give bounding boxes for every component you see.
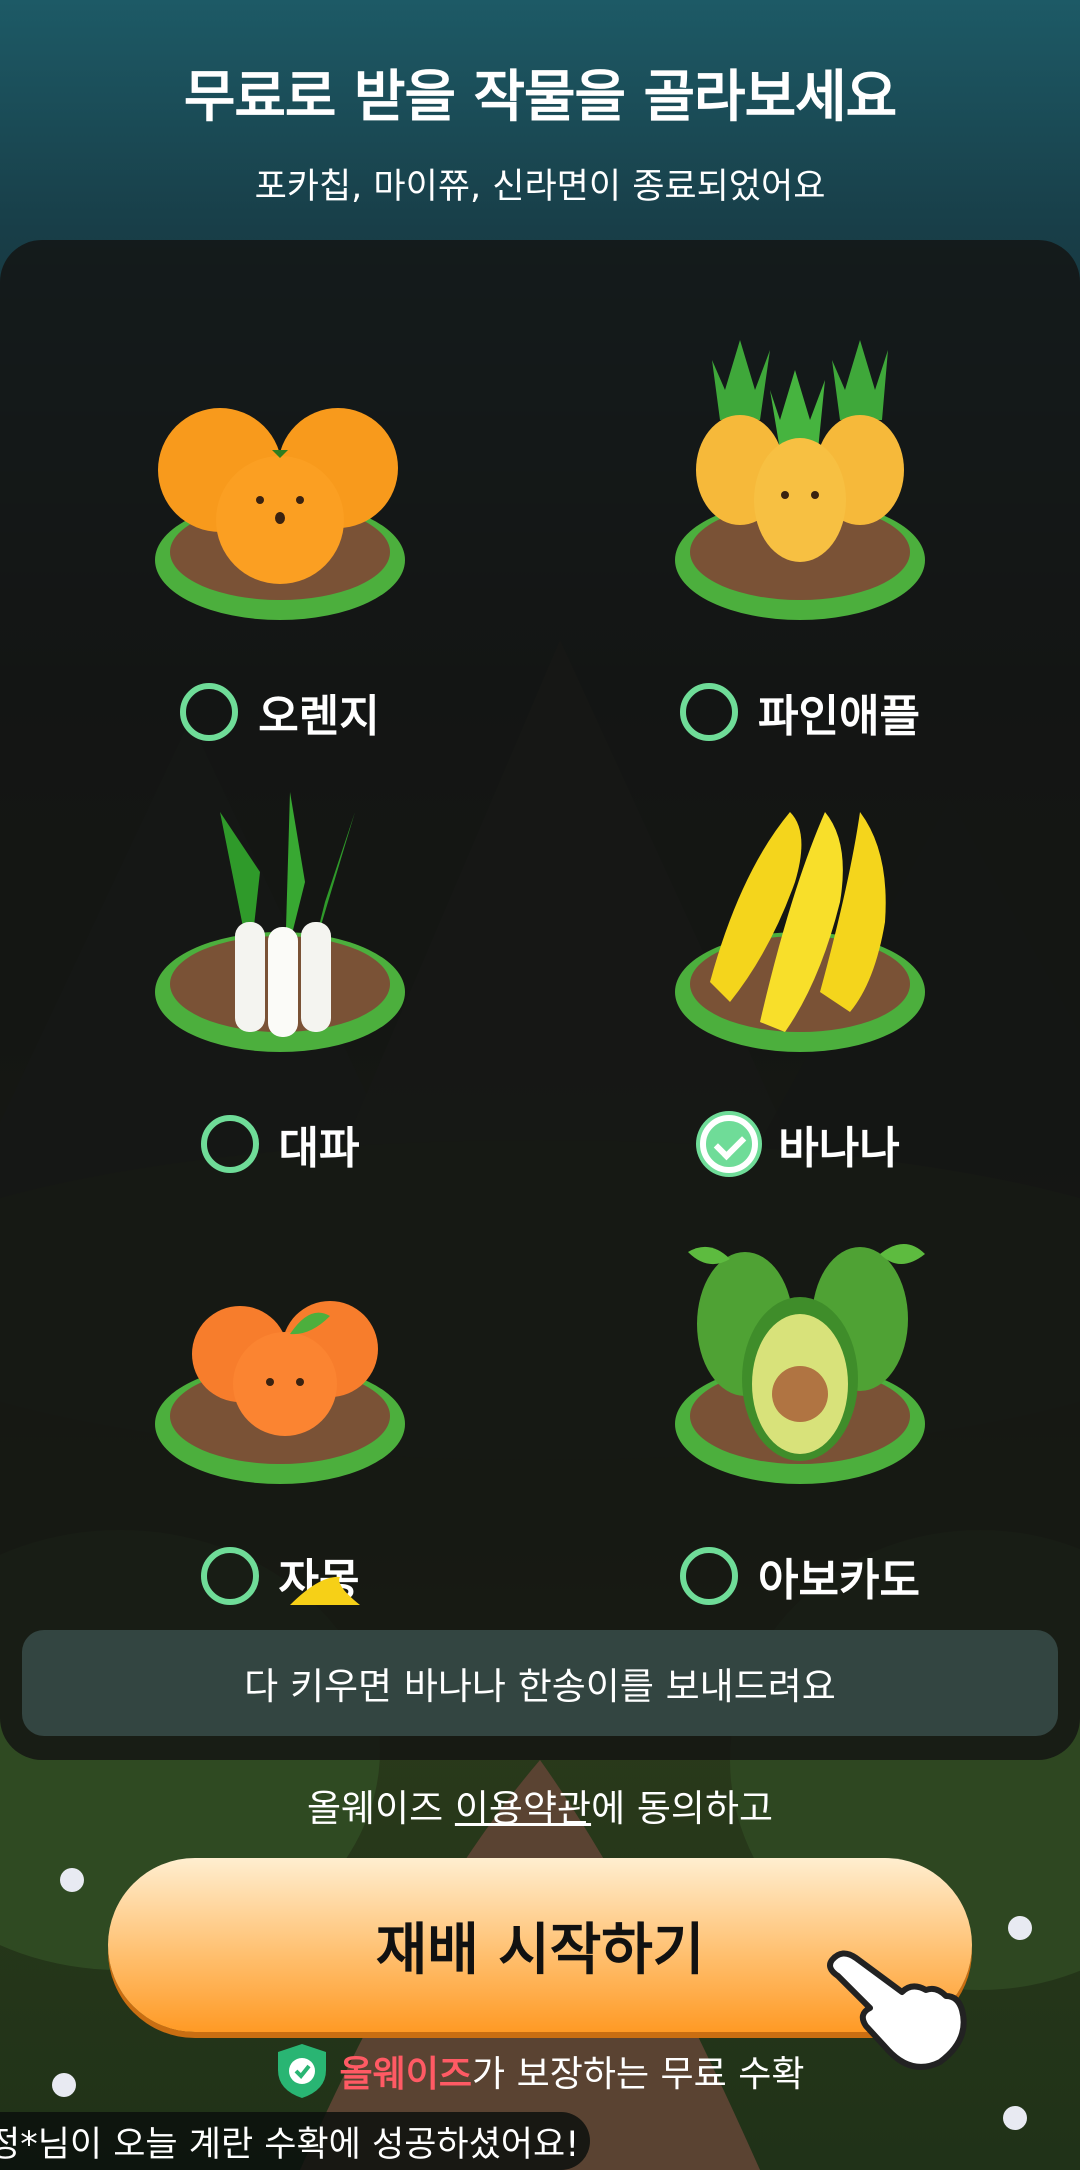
radio-button[interactable] <box>200 1115 259 1173</box>
harvest-toast: 정*님이 오늘 계란 수확에 성공하셨어요! <box>0 2112 590 2170</box>
crop-option-row[interactable]: 대파 <box>100 1112 460 1176</box>
radio-button[interactable] <box>180 683 239 741</box>
radio-button-checked[interactable] <box>700 1115 759 1173</box>
green-onion-icon <box>155 792 405 1052</box>
guarantee-text: 가 보장하는 무료 수확 <box>472 2054 805 2095</box>
crop-selection-panel: 오렌지 파인애플 대파 바나나 자몽 아보카도 <box>0 240 1080 1760</box>
crop-option-row[interactable]: 바나나 <box>620 1112 980 1176</box>
crop-option-banana[interactable]: 바나나 <box>620 752 980 1182</box>
terms-suffix: 에 동의하고 <box>591 1787 774 1830</box>
terms-agreement: 올웨이즈 이용약관에 동의하고 <box>0 1778 1080 1832</box>
guarantee-brand: 올웨이즈 <box>339 2054 473 2095</box>
terms-prefix: 올웨이즈 <box>306 1787 455 1830</box>
crop-option-green-onion[interactable]: 대파 <box>100 752 460 1182</box>
radio-button[interactable] <box>680 1547 739 1605</box>
crop-option-row[interactable]: 오렌지 <box>100 680 460 744</box>
crop-option-pineapple[interactable]: 파인애플 <box>620 320 980 750</box>
toast-text: 정*님이 오늘 계란 수확에 성공하셨어요! <box>0 2124 580 2165</box>
crop-name: 파인애플 <box>758 691 920 742</box>
next-crop-peek-icon <box>290 1576 360 1605</box>
avocado-icon <box>675 1244 925 1484</box>
crop-name: 오렌지 <box>258 691 380 742</box>
header: 무료로 받을 작물을 골라보세요 포카칩, 마이쮸, 신라면이 종료되었어요 <box>0 0 1080 240</box>
page-title: 무료로 받을 작물을 골라보세요 <box>183 65 897 130</box>
crop-name: 아보카도 <box>758 1555 920 1606</box>
crop-option-avocado[interactable]: 아보카도 <box>620 1184 980 1614</box>
pineapple-icon <box>675 340 925 620</box>
crop-name: 바나나 <box>778 1123 900 1174</box>
page-subtitle: 포카칩, 마이쮸, 신라면이 종료되었어요 <box>254 167 826 207</box>
crop-option-orange[interactable]: 오렌지 <box>100 320 460 750</box>
crop-option-row[interactable]: 파인애플 <box>620 680 980 744</box>
grapefruit-icon <box>155 1301 405 1484</box>
banana-icon <box>675 812 925 1052</box>
crop-option-row[interactable]: 자몽 <box>100 1544 460 1608</box>
orange-icon <box>155 408 405 620</box>
terms-link[interactable]: 이용약관 <box>455 1787 591 1830</box>
crop-option-grapefruit[interactable]: 자몽 <box>100 1184 460 1614</box>
reward-notice: 다 키우면 바나나 한송이를 보내드려요 <box>22 1630 1058 1736</box>
shield-check-icon <box>277 2044 326 2098</box>
radio-button[interactable] <box>200 1547 259 1605</box>
crop-name: 대파 <box>278 1123 360 1174</box>
crop-option-row[interactable]: 아보카도 <box>620 1544 980 1608</box>
radio-button[interactable] <box>680 683 739 741</box>
pointing-hand-icon <box>827 1950 967 2070</box>
